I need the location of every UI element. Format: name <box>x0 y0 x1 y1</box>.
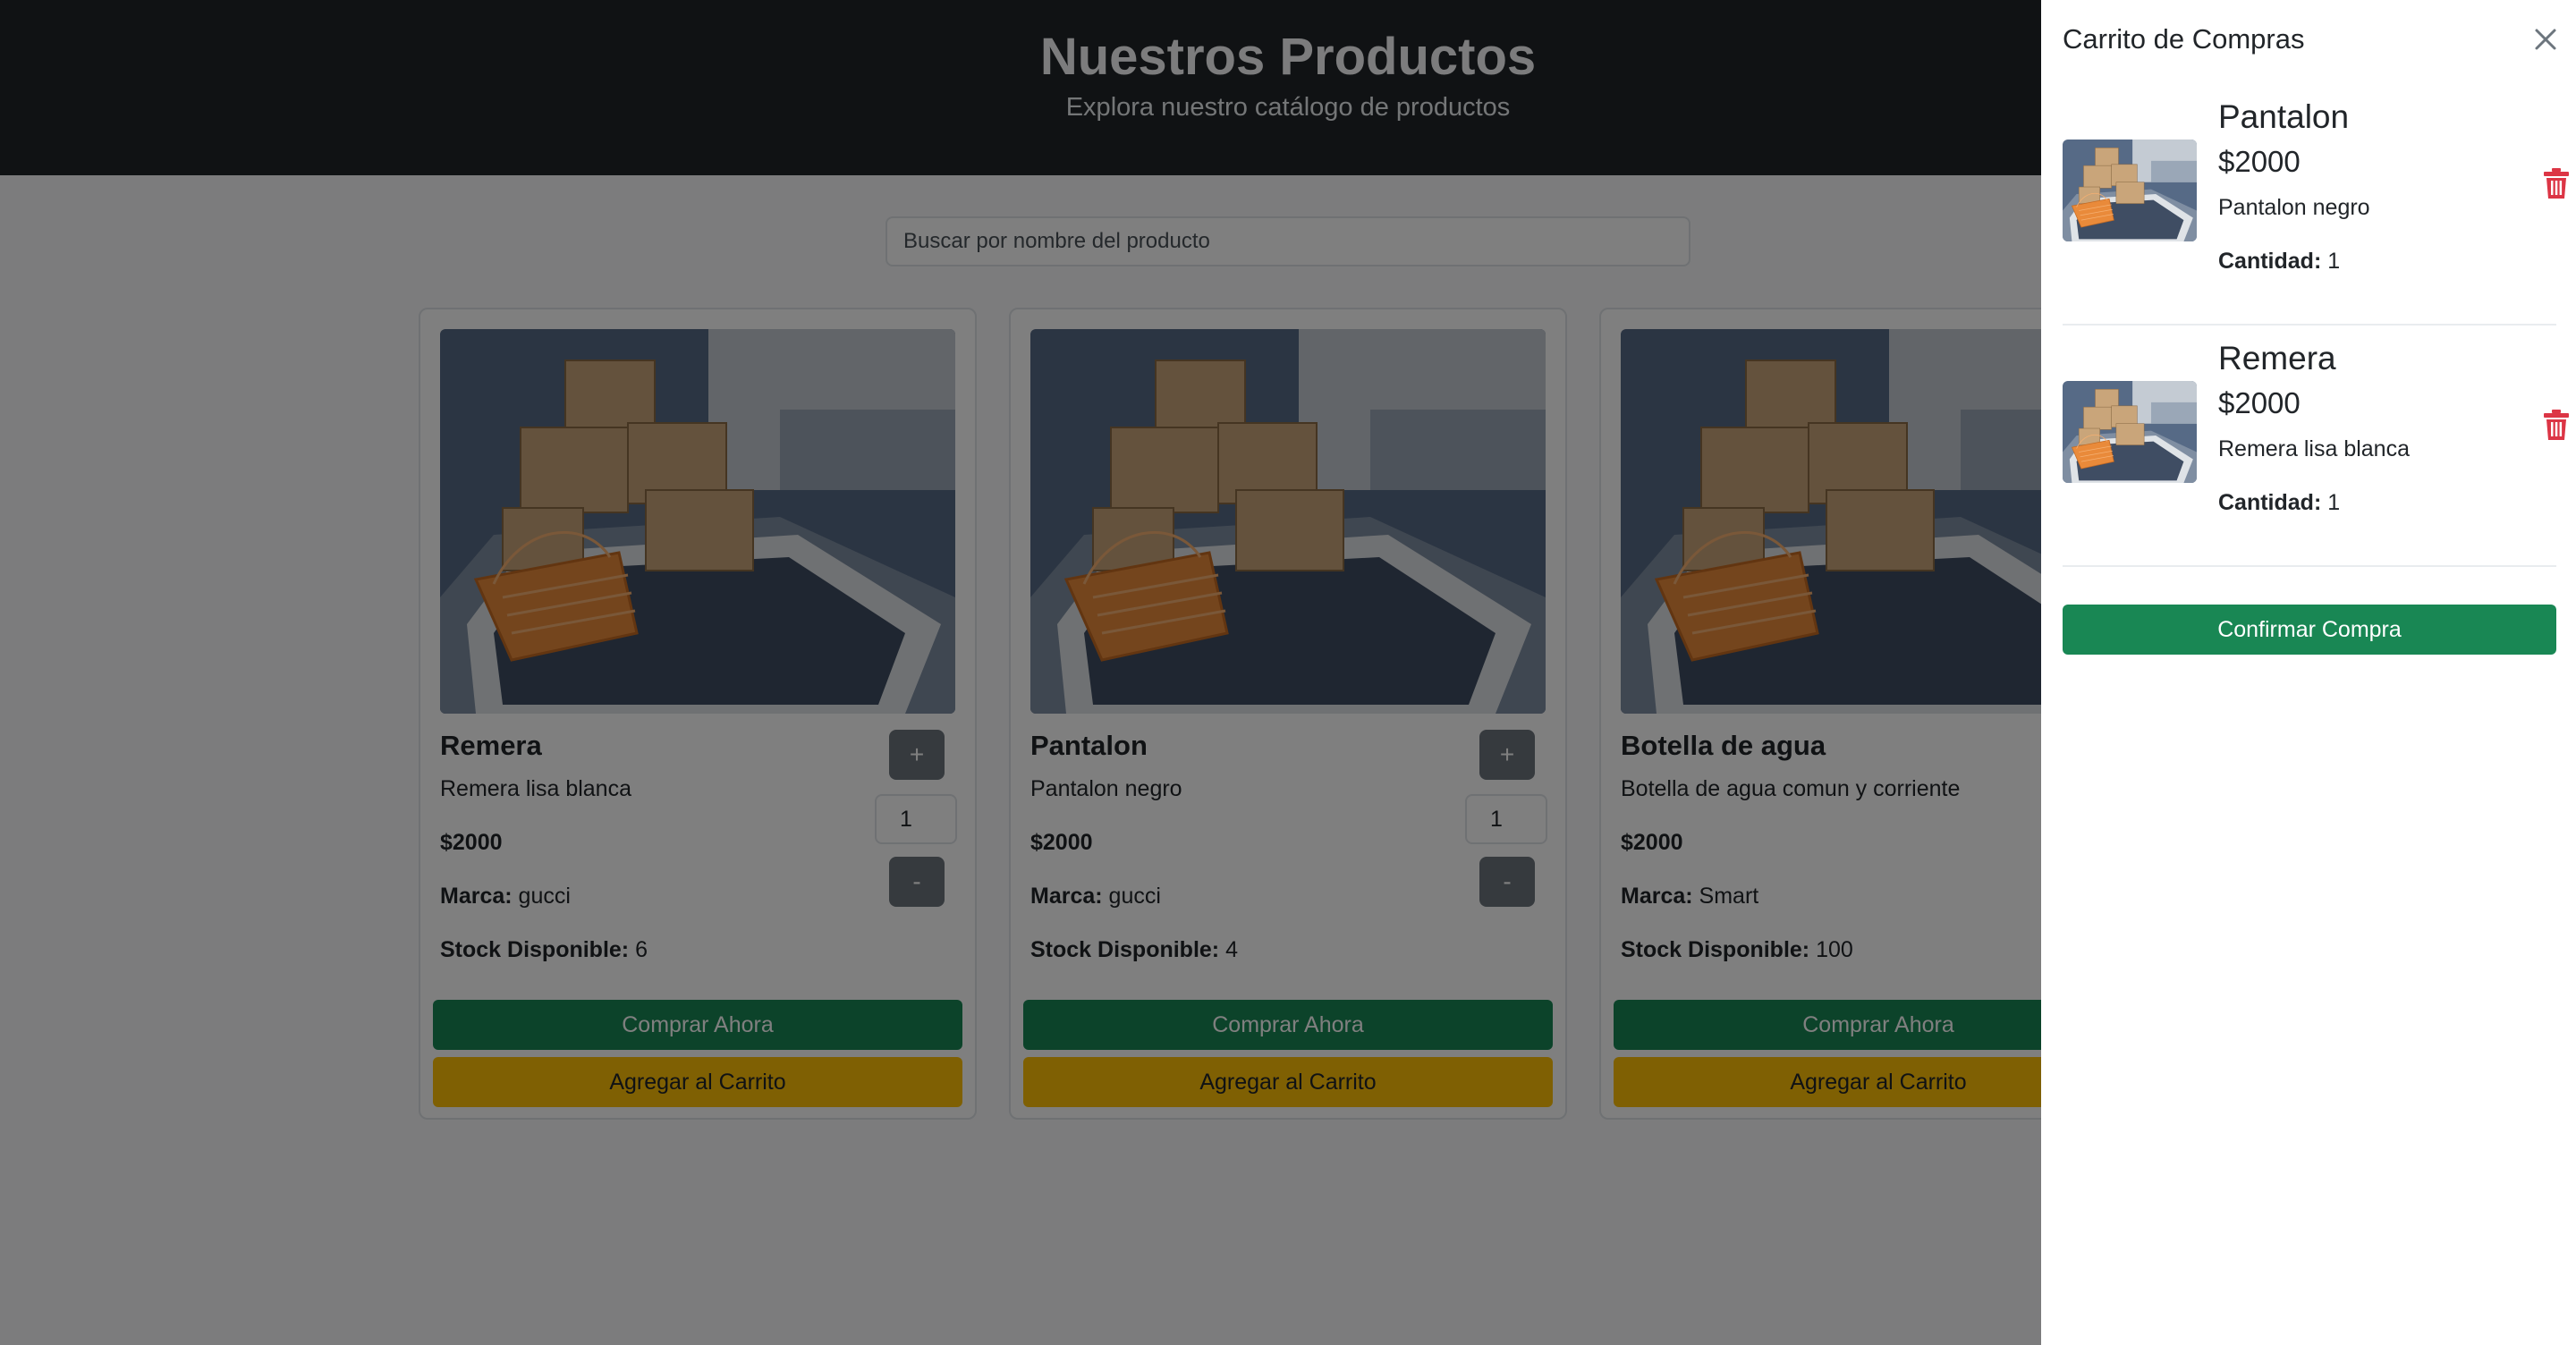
cart-title: Carrito de Compras <box>2063 23 2305 55</box>
quantity-label: Cantidad: <box>2218 249 2322 274</box>
quantity-value: 1 <box>2327 249 2341 274</box>
cart-item-name: Pantalon <box>2218 98 2350 135</box>
cart-item-image <box>2063 140 2197 241</box>
cart-item-price: $2000 <box>2218 145 2301 178</box>
quantity-value: 1 <box>2327 490 2341 515</box>
cart-panel: Carrito de Compras Pantalon $2000 Pantal… <box>2041 0 2576 1345</box>
cart-item-price: $2000 <box>2218 386 2301 419</box>
cart-item-quantity: Cantidad: 1 <box>2218 490 2340 516</box>
cart-item: Pantalon $2000 Pantalon negro Cantidad: … <box>2063 93 2569 326</box>
trash-icon[interactable] <box>2544 168 2569 199</box>
confirm-purchase-button[interactable]: Confirmar Compra <box>2063 605 2556 655</box>
quantity-label: Cantidad: <box>2218 490 2322 515</box>
cart-item-name: Remera <box>2218 340 2336 376</box>
cart-item-quantity: Cantidad: 1 <box>2218 249 2340 275</box>
cart-item-image <box>2063 381 2197 483</box>
trash-icon[interactable] <box>2544 410 2569 440</box>
cart-item: Remera $2000 Remera lisa blanca Cantidad… <box>2063 334 2569 567</box>
close-icon[interactable] <box>2528 21 2563 57</box>
cart-item-description: Pantalon negro <box>2218 195 2370 220</box>
cart-item-description: Remera lisa blanca <box>2218 436 2410 461</box>
